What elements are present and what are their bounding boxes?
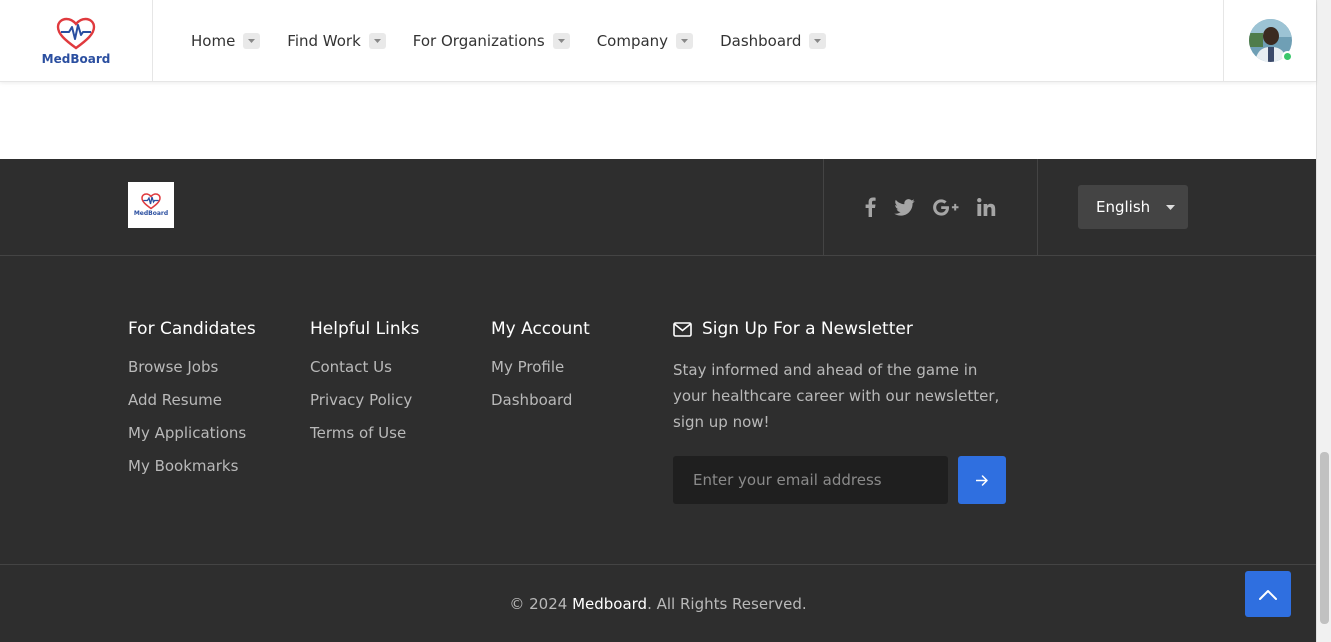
caret-down-icon [676, 33, 694, 49]
copyright-suffix: . All Rights Reserved. [647, 594, 807, 613]
page-scrollbar[interactable] [1316, 0, 1331, 642]
nav-item-company[interactable]: Company [596, 32, 694, 50]
scrollbar-thumb[interactable] [1320, 452, 1329, 624]
footer-logo-text: MedBoard [133, 210, 169, 217]
footer-link-contact-us[interactable]: Contact Us [310, 358, 419, 391]
facebook-icon[interactable] [865, 197, 876, 217]
caret-down-icon [809, 33, 827, 49]
column-title: My Account [491, 319, 590, 339]
main-nav: Home Find Work For Organizations Company… [191, 0, 853, 82]
newsletter-email-input[interactable] [673, 456, 948, 504]
caret-down-icon [368, 33, 386, 49]
footer-bottom-bar: © 2024 Medboard. All Rights Reserved. [0, 564, 1316, 642]
column-title: Helpful Links [310, 319, 420, 339]
footer-logo[interactable]: MedBoard [128, 182, 174, 228]
nav-item-find-work[interactable]: Find Work [287, 32, 386, 50]
newsletter-title-text: Sign Up For a Newsletter [702, 319, 913, 339]
column-title: For Candidates [128, 319, 256, 339]
nav-item-dashboard[interactable]: Dashboard [720, 32, 827, 50]
newsletter-section: Sign Up For a Newsletter Stay informed a… [673, 319, 1013, 504]
logo-text: MedBoard [41, 51, 111, 66]
social-links [823, 159, 1038, 255]
back-to-top-button[interactable] [1245, 571, 1291, 617]
user-menu [1223, 0, 1316, 82]
envelope-icon [673, 321, 692, 337]
footer-link-my-profile[interactable]: My Profile [491, 358, 590, 391]
caret-down-icon [1166, 204, 1176, 210]
copyright-prefix: © 2024 [509, 594, 573, 613]
footer-column-helpful-links: Helpful Links Contact Us Privacy Policy … [310, 319, 419, 457]
footer-link-privacy-policy[interactable]: Privacy Policy [310, 391, 419, 424]
footer-link-add-resume[interactable]: Add Resume [128, 391, 256, 424]
footer-link-my-applications[interactable]: My Applications [128, 424, 256, 457]
footer-column-candidates: For Candidates Browse Jobs Add Resume My… [128, 319, 256, 490]
online-status-dot [1282, 51, 1293, 62]
copyright-brand-link[interactable]: Medboard [572, 595, 647, 613]
nav-label: Home [191, 32, 236, 50]
chevron-up-icon [1259, 589, 1277, 600]
footer-link-my-bookmarks[interactable]: My Bookmarks [128, 457, 256, 490]
caret-down-icon [243, 33, 261, 49]
nav-label: For Organizations [412, 32, 545, 50]
site-footer: MedBoard English For Candidates Browse J… [0, 159, 1316, 642]
heart-pulse-icon [141, 193, 161, 210]
linkedin-icon[interactable] [977, 198, 996, 216]
newsletter-form [673, 456, 1006, 504]
footer-link-dashboard[interactable]: Dashboard [491, 391, 590, 424]
site-header: MedBoard Home Find Work For Organization… [0, 0, 1316, 82]
nav-item-home[interactable]: Home [191, 32, 261, 50]
arrow-right-icon [976, 474, 988, 486]
newsletter-description: Stay informed and ahead of the game in y… [673, 361, 1000, 431]
newsletter-title: Sign Up For a Newsletter [673, 319, 1013, 339]
heart-pulse-icon [56, 17, 96, 49]
caret-down-icon [552, 33, 570, 49]
footer-link-terms-of-use[interactable]: Terms of Use [310, 424, 419, 457]
footer-link-browse-jobs[interactable]: Browse Jobs [128, 358, 256, 391]
copyright: © 2024 Medboard. All Rights Reserved. [509, 595, 806, 613]
nav-item-for-organizations[interactable]: For Organizations [413, 32, 570, 50]
nav-label: Dashboard [720, 32, 802, 50]
twitter-icon[interactable] [894, 198, 915, 216]
logo[interactable]: MedBoard [0, 0, 153, 82]
nav-label: Company [596, 32, 669, 50]
newsletter-submit-button[interactable] [958, 456, 1006, 504]
language-label: English [1096, 198, 1151, 216]
nav-label: Find Work [287, 32, 361, 50]
google-plus-icon[interactable] [933, 198, 959, 216]
footer-top-bar: MedBoard English [0, 159, 1316, 256]
language-select[interactable]: English [1078, 185, 1188, 229]
footer-column-my-account: My Account My Profile Dashboard [491, 319, 590, 424]
